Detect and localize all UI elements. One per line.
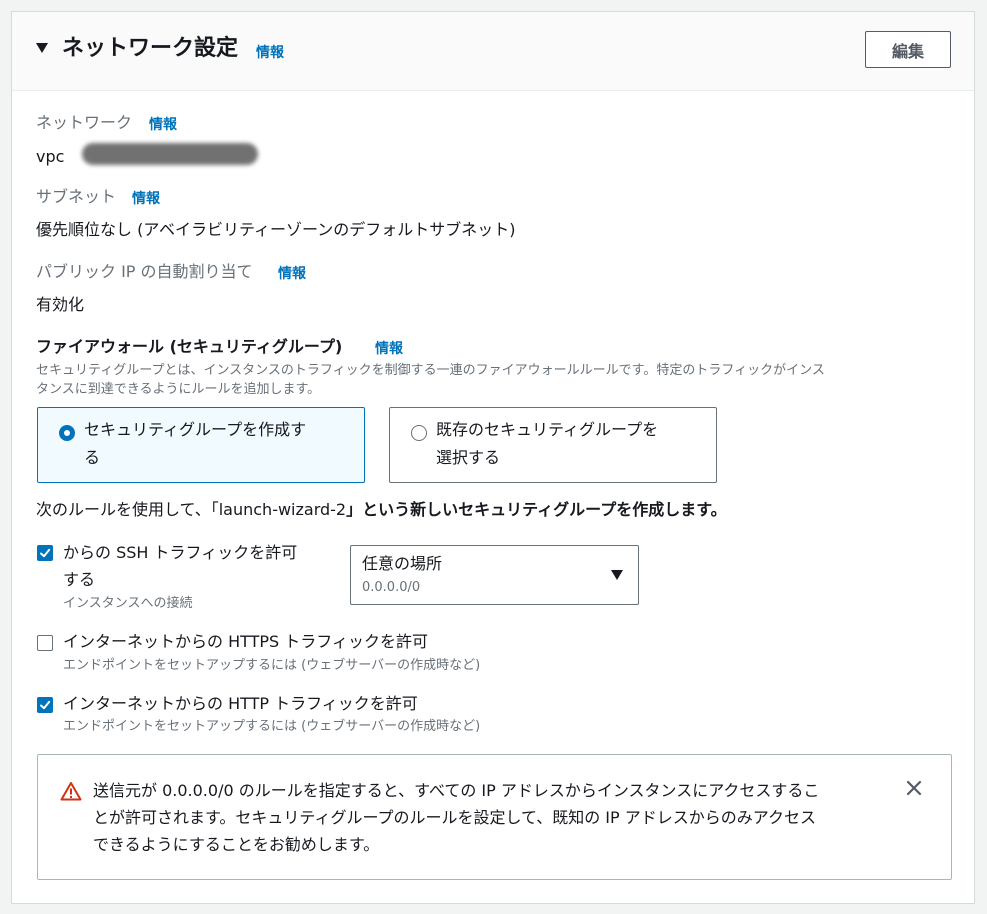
warning-line1: 送信元が 0.0.0.0/0 のルールを指定すると、すべての IP アドレスから…	[93, 781, 820, 800]
allow-ssh-description: インスタンスへの接続	[63, 596, 193, 611]
collapse-caret-icon[interactable]	[36, 43, 48, 53]
allow-http-label: インターネットからの HTTP トラフィックを許可	[63, 694, 418, 713]
network-info-link[interactable]: 情報	[149, 114, 177, 134]
notice-suffix: 」という新しいセキュリティグループを作成します。	[346, 500, 727, 519]
create-security-group-tile[interactable]: セキュリティグループを作成す る	[37, 407, 365, 483]
ssh-source-cidr: 0.0.0.0/0	[362, 580, 421, 595]
select-existing-security-group-tile[interactable]: 既存のセキュリティグループを 選択する	[389, 407, 717, 483]
warning-icon	[60, 781, 82, 805]
firewall-title: ファイアウォール (セキュリティグループ)	[36, 337, 343, 356]
public-ip-label: パブリック IP の自動割り当て	[36, 262, 253, 281]
ssh-source-value: 任意の場所	[362, 554, 443, 573]
open-access-warning-alert: 送信元が 0.0.0.0/0 のルールを指定すると、すべての IP アドレスから…	[37, 754, 952, 880]
create-security-group-label-line1: セキュリティグループを作成す	[84, 420, 307, 439]
select-existing-label-line2: 選択する	[436, 448, 501, 467]
allow-http-checkbox[interactable]	[37, 697, 53, 713]
select-existing-security-group-radio[interactable]	[411, 425, 427, 441]
network-settings-panel: ネットワーク設定 情報 編集 ネットワーク 情報 vpc サブネット 情報 優先…	[11, 11, 975, 904]
allow-https-description: エンドポイントをセットアップするには (ウェブサーバーの作成時など)	[63, 658, 481, 673]
firewall-description-line1: セキュリティグループとは、インスタンスのトラフィックを制御する一連のファイアウォ…	[36, 363, 825, 378]
create-security-group-label-line2: る	[84, 448, 101, 467]
dropdown-arrow-icon	[611, 570, 623, 580]
allow-ssh-label-line1: からの SSH トラフィックを許可	[63, 543, 298, 562]
subnet-label: サブネット	[36, 187, 117, 206]
warning-message: 送信元が 0.0.0.0/0 のルールを指定すると、すべての IP アドレスから…	[93, 777, 893, 858]
ssh-source-select[interactable]: 任意の場所 0.0.0.0/0	[350, 545, 639, 605]
edit-button[interactable]: 編集	[865, 31, 951, 68]
select-existing-label-line1: 既存のセキュリティグループを	[436, 420, 659, 439]
network-label: ネットワーク	[36, 113, 133, 132]
allow-https-checkbox[interactable]	[37, 635, 53, 651]
close-icon[interactable]	[905, 779, 923, 801]
allow-ssh-checkbox[interactable]	[37, 545, 53, 561]
new-security-group-notice: 次のルールを使用して、「launch-wizard-2」という新しいセキュリティ…	[36, 498, 727, 522]
firewall-description-line2: タンスに到達できるようにルールを追加します。	[36, 382, 321, 397]
warning-line3: できるようにすることをお勧めします。	[93, 835, 380, 854]
notice-prefix: 次のルールを使用して、「launch-wizard-2	[36, 500, 347, 519]
firewall-info-link[interactable]: 情報	[375, 338, 403, 358]
header-info-link[interactable]: 情報	[256, 42, 284, 62]
create-security-group-radio[interactable]	[59, 425, 75, 441]
public-ip-value: 有効化	[36, 295, 85, 314]
allow-http-description: エンドポイントをセットアップするには (ウェブサーバーの作成時など)	[63, 719, 481, 734]
vpc-id-redaction	[82, 143, 258, 165]
subnet-info-link[interactable]: 情報	[132, 188, 160, 208]
allow-ssh-label-line2: する	[63, 570, 96, 589]
section-title: ネットワーク設定	[62, 36, 239, 61]
subnet-value: 優先順位なし (アベイラビリティーゾーンのデフォルトサブネット)	[36, 220, 516, 239]
network-value: vpc	[36, 147, 65, 166]
public-ip-info-link[interactable]: 情報	[278, 263, 306, 283]
allow-https-label: インターネットからの HTTPS トラフィックを許可	[63, 632, 428, 651]
warning-line2: とが許可されます。セキュリティグループのルールを設定して、既知の IP アドレス…	[93, 808, 816, 827]
panel-header: ネットワーク設定 情報 編集	[12, 12, 974, 91]
